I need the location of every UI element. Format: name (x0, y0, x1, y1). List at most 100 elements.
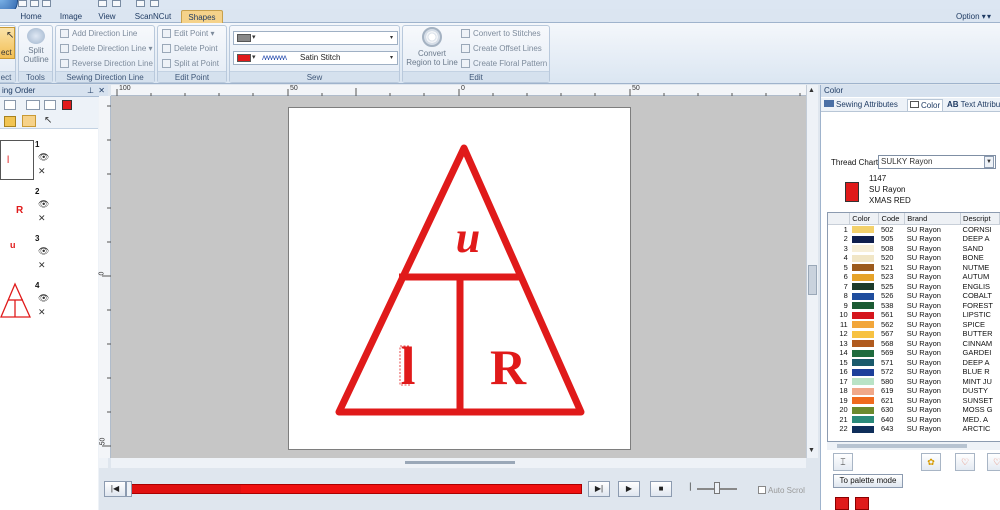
order-color-icon[interactable] (62, 100, 72, 110)
outline-color-combo[interactable]: ▾ ▾ (233, 31, 398, 45)
tab-text-attributes[interactable]: AB Text Attribu (947, 99, 1000, 111)
sewing-order-item[interactable]: 4 👁 ✕ (0, 281, 50, 323)
split-outline-button[interactable]: Split Outline (21, 28, 51, 64)
hide-icon[interactable]: ✕ (38, 213, 46, 224)
eye-icon[interactable]: 👁 (38, 152, 49, 163)
table-row[interactable]: 10 561 SU Rayon LIPSTIC (828, 310, 1000, 320)
canvas-horizontal-scrollbar[interactable] (111, 458, 806, 468)
convert-to-stitches-button[interactable]: Convert to Stitches (461, 27, 541, 41)
top-letter[interactable]: u (456, 213, 480, 262)
bee-icon[interactable]: ✿ (921, 453, 941, 471)
table-row[interactable]: 14 569 SU Rayon GARDEI (828, 348, 1000, 358)
go-to-start-button[interactable]: |◀ (104, 481, 126, 497)
table-row[interactable]: 19 621 SU Rayon SUNSET (828, 396, 1000, 406)
pin-icon[interactable]: ⊥ (87, 85, 94, 97)
to-palette-mode-button[interactable]: To palette mode (833, 474, 903, 488)
scroll-up-icon[interactable]: ▲ (808, 87, 815, 94)
table-row[interactable]: 3 508 SU Rayon SAND (828, 244, 1000, 254)
sort-icon[interactable] (22, 115, 36, 127)
lock-icon[interactable] (4, 116, 16, 127)
table-row[interactable]: 17 580 SU Rayon MINT JU (828, 377, 1000, 387)
scroll-thumb[interactable] (808, 265, 817, 295)
sewing-order-item[interactable]: u 3 👁 ✕ (0, 234, 50, 276)
stitch-progress-bar[interactable] (130, 484, 582, 494)
hide-icon[interactable]: ✕ (38, 307, 46, 318)
reverse-direction-line-button[interactable]: Reverse Direction Line (60, 57, 153, 71)
auto-scroll-checkbox[interactable] (758, 486, 766, 494)
heart-outline-icon[interactable]: ♡ (987, 453, 1000, 471)
heart-icon[interactable]: ♡ (955, 453, 975, 471)
order-move-icon[interactable] (44, 100, 56, 110)
help-dropdown[interactable]: ▾ (987, 10, 991, 23)
table-row[interactable]: 20 630 SU Rayon MOSS G (828, 405, 1000, 415)
cursor-icon[interactable]: ↖ (44, 115, 52, 126)
table-row[interactable]: 6 523 SU Rayon AUTUM (828, 272, 1000, 282)
order-view-icon[interactable] (4, 100, 16, 110)
table-horizontal-scrollbar[interactable] (827, 442, 1000, 450)
tab-shapes[interactable]: Shapes (181, 10, 223, 23)
add-direction-line-button[interactable]: Add Direction Line (60, 27, 137, 41)
sewing-order-item[interactable]: R 2 👁 ✕ (0, 187, 50, 229)
palette-swatch[interactable] (835, 497, 849, 510)
qat-open-icon[interactable] (30, 0, 39, 7)
table-row[interactable]: 18 619 SU Rayon DUSTY (828, 386, 1000, 396)
qat-help-icon[interactable] (136, 0, 145, 7)
create-offset-lines-button[interactable]: Create Offset Lines (461, 42, 542, 56)
table-row[interactable]: 12 567 SU Rayon BUTTER (828, 329, 1000, 339)
tab-color[interactable]: Color (907, 99, 944, 111)
eye-icon[interactable]: 👁 (38, 199, 49, 210)
table-row[interactable]: 7 525 SU Rayon ENGLIS (828, 282, 1000, 292)
speed-slider-thumb[interactable] (714, 482, 720, 494)
table-row[interactable]: 15 571 SU Rayon DEEP A (828, 358, 1000, 368)
edit-point-button[interactable]: Edit Point ▾ (162, 27, 215, 41)
create-floral-pattern-button[interactable]: Create Floral Pattern (461, 57, 547, 71)
hscroll-thumb[interactable] (405, 461, 515, 464)
qat-save-icon[interactable] (42, 0, 51, 7)
design-page[interactable]: u l R (288, 107, 631, 450)
ohms-law-triangle-design[interactable]: u l R (289, 108, 632, 451)
table-scroll-thumb[interactable] (837, 444, 967, 448)
stitch-type-combo[interactable]: ▾ ʌʌʌʌʌʌʌʌ Satin Stitch ▾ (233, 51, 398, 65)
play-button[interactable]: ▶ (618, 481, 640, 497)
chevron-down-icon[interactable]: ▼ (984, 156, 994, 168)
select-button[interactable]: ↖ ect (0, 27, 15, 59)
option-menu[interactable]: Option ▾ (956, 10, 986, 23)
table-row[interactable]: 8 526 SU Rayon COBALT (828, 291, 1000, 301)
column-header[interactable] (828, 213, 851, 225)
canvas-vertical-scrollbar[interactable]: ▲ ▼ (806, 85, 818, 458)
sewing-order-item[interactable]: l 1 👁 ✕ (0, 140, 50, 182)
table-row[interactable]: 5 521 SU Rayon NUTME (828, 263, 1000, 273)
qat-extra-icon[interactable] (150, 0, 159, 7)
qat-undo-icon[interactable] (98, 0, 107, 7)
table-row[interactable]: 16 572 SU Rayon BLUE R (828, 367, 1000, 377)
tab-scanncut[interactable]: ScanNCut (130, 10, 176, 23)
palette-swatch[interactable] (855, 497, 869, 510)
column-header[interactable]: Code (878, 213, 906, 225)
right-letter[interactable]: R (490, 339, 527, 395)
table-row[interactable]: 1 502 SU Rayon CORNSI (828, 224, 1000, 234)
qat-redo-icon[interactable] (112, 0, 121, 7)
order-group-icon[interactable] (26, 100, 40, 110)
scroll-down-icon[interactable]: ▼ (808, 447, 815, 454)
delete-point-button[interactable]: Delete Point (162, 42, 218, 56)
table-row[interactable]: 4 520 SU Rayon BONE (828, 253, 1000, 263)
tab-image[interactable]: Image (54, 10, 88, 23)
table-row[interactable]: 13 568 SU Rayon CINNAM (828, 339, 1000, 349)
table-row[interactable]: 11 562 SU Rayon SPICE (828, 320, 1000, 330)
thread-chart-select[interactable]: SULKY Rayon ▼ (878, 155, 996, 169)
table-row[interactable]: 21 640 SU Rayon MED. A (828, 415, 1000, 425)
column-header[interactable]: Color (849, 213, 880, 225)
tab-view[interactable]: View (92, 10, 122, 23)
table-row[interactable]: 22 643 SU Rayon ARCTIC (828, 424, 1000, 434)
column-header[interactable]: Descript (960, 213, 1000, 225)
eye-icon[interactable]: 👁 (38, 293, 49, 304)
tab-home[interactable]: Home (14, 10, 48, 23)
table-row[interactable]: 9 538 SU Rayon FOREST (828, 301, 1000, 311)
progress-handle[interactable] (126, 481, 132, 497)
column-header[interactable]: Brand (904, 213, 962, 225)
thread-chart-icon[interactable]: ⌶ (833, 453, 853, 471)
go-to-end-button[interactable]: ▶| (588, 481, 610, 497)
stop-button[interactable]: ■ (650, 481, 672, 497)
convert-region-to-line-button[interactable]: Convert Region to Line (405, 27, 459, 67)
hide-icon[interactable]: ✕ (38, 166, 46, 177)
